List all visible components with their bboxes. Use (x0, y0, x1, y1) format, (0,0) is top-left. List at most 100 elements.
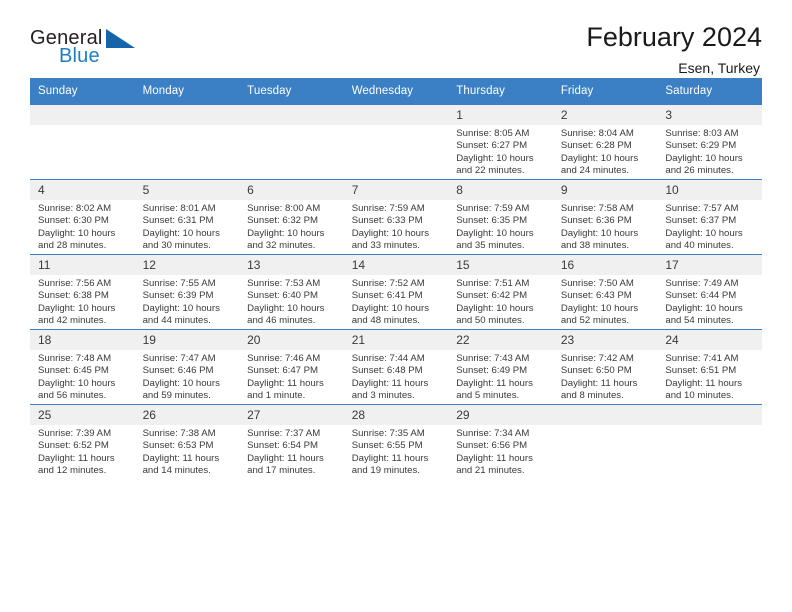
calendar-day-cell[interactable]: 16 Sunrise: 7:50 AM Sunset: 6:43 PM Dayligh… (552, 254, 658, 330)
calendar-day-cell[interactable]: 2 Sunrise: 8:04 AM Sunset: 6:28 PM Daylight… (552, 104, 658, 180)
calendar-day-cell[interactable]: 10 Sunrise: 7:57 AM Sunset: 6:37 PM Dayligh… (657, 179, 762, 255)
calendar-week-row: 4 Sunrise: 8:02 AM Sunset: 6:30 PM Daylight… (30, 179, 762, 255)
calendar-day-cell[interactable]: 29 Sunrise: 7:34 AM Sunset: 6:56 PM Dayligh… (448, 404, 553, 479)
day-number (657, 405, 762, 425)
sunset-text: Sunset: 6:27 PM (456, 140, 528, 152)
sunset-text: Sunset: 6:53 PM (142, 440, 214, 452)
day-details: Sunrise: 7:53 AM Sunset: 6:40 PM Daylight:… (239, 275, 344, 327)
weekday-header-row: Sunday Monday Tuesday Wednesday Thursday… (30, 78, 762, 105)
calendar-day-cell[interactable]: 27 Sunrise: 7:37 AM Sunset: 6:54 PM Dayligh… (239, 404, 344, 479)
calendar-day-cell[interactable]: 6 Sunrise: 8:00 AM Sunset: 6:32 PM Daylight… (239, 179, 344, 255)
daylight-2-text: and 46 minutes. (247, 314, 316, 326)
daylight-2-text: and 22 minutes. (456, 164, 525, 176)
daylight-1-text: Daylight: 10 hours (38, 227, 116, 239)
day-details: Sunrise: 8:01 AM Sunset: 6:31 PM Daylight:… (135, 200, 240, 252)
daylight-2-text: and 8 minutes. (560, 389, 624, 401)
day-number: 7 (343, 180, 449, 200)
calendar-day-cell[interactable]: 5 Sunrise: 8:01 AM Sunset: 6:31 PM Daylight… (134, 179, 240, 255)
sunset-text: Sunset: 6:30 PM (38, 215, 109, 227)
calendar-day-cell[interactable]: 28 Sunrise: 7:35 AM Sunset: 6:55 PM Dayligh… (343, 404, 449, 479)
weekday-header-saturday: Saturday (657, 78, 762, 105)
sunset-text: Sunset: 6:28 PM (560, 140, 632, 152)
daylight-2-text: and 44 minutes. (142, 314, 211, 326)
day-number (30, 105, 135, 125)
sunset-text: Sunset: 6:35 PM (456, 215, 528, 227)
calendar-day-cell[interactable]: 4 Sunrise: 8:02 AM Sunset: 6:30 PM Daylight… (30, 179, 135, 255)
daylight-2-text: and 50 minutes. (456, 314, 525, 326)
calendar-day-cell[interactable]: 9 Sunrise: 7:58 AM Sunset: 6:36 PM Daylight… (552, 179, 658, 255)
calendar-day-cell[interactable]: 14 Sunrise: 7:52 AM Sunset: 6:41 PM Dayligh… (343, 254, 449, 330)
calendar-day-cell[interactable]: 21 Sunrise: 7:44 AM Sunset: 6:48 PM Dayligh… (343, 329, 449, 405)
daylight-2-text: and 10 minutes. (665, 389, 734, 401)
daylight-1-text: Daylight: 10 hours (560, 152, 639, 164)
sunrise-text: Sunrise: 7:57 AM (665, 203, 739, 214)
calendar-day-cell[interactable]: 13 Sunrise: 7:53 AM Sunset: 6:40 PM Dayligh… (239, 254, 344, 330)
day-number: 6 (239, 180, 344, 200)
calendar-day-cell[interactable]: 22 Sunrise: 7:43 AM Sunset: 6:49 PM Dayligh… (448, 329, 553, 405)
day-details: Sunrise: 8:04 AM Sunset: 6:28 PM Daylight:… (553, 125, 658, 177)
day-details: Sunrise: 7:37 AM Sunset: 6:54 PM Daylight:… (239, 425, 344, 477)
calendar-day-cell[interactable]: 15 Sunrise: 7:51 AM Sunset: 6:42 PM Dayligh… (448, 254, 553, 330)
sunrise-text: Sunrise: 8:03 AM (665, 128, 739, 139)
daylight-1-text: Daylight: 11 hours (351, 377, 429, 389)
sunrise-text: Sunrise: 7:44 AM (351, 353, 425, 364)
day-number: 13 (239, 255, 344, 275)
day-details (657, 425, 762, 428)
sunset-text: Sunset: 6:48 PM (351, 365, 423, 377)
day-number: 28 (343, 405, 449, 425)
sunset-text: Sunset: 6:37 PM (665, 215, 737, 227)
sunrise-text: Sunrise: 7:58 AM (560, 203, 634, 214)
sunset-text: Sunset: 6:52 PM (38, 440, 109, 452)
daylight-1-text: Daylight: 11 hours (247, 377, 324, 389)
weekday-header-sunday: Sunday (30, 78, 135, 105)
daylight-1-text: Daylight: 10 hours (142, 227, 220, 239)
sunset-text: Sunset: 6:49 PM (456, 365, 528, 377)
calendar-day-cell[interactable]: 20 Sunrise: 7:46 AM Sunset: 6:47 PM Dayligh… (239, 329, 344, 405)
calendar-day-cell[interactable]: 26 Sunrise: 7:38 AM Sunset: 6:53 PM Dayligh… (134, 404, 240, 479)
day-number: 26 (134, 405, 240, 425)
day-number: 9 (552, 180, 658, 200)
calendar-day-cell[interactable]: 7 Sunrise: 7:59 AM Sunset: 6:33 PM Daylight… (343, 179, 449, 255)
daylight-1-text: Daylight: 10 hours (456, 302, 534, 314)
day-number: 8 (448, 180, 553, 200)
day-number: 10 (657, 180, 762, 200)
calendar-week-row: 25 Sunrise: 7:39 AM Sunset: 6:52 PM Dayligh… (30, 404, 762, 479)
calendar-day-cell[interactable]: 12 Sunrise: 7:55 AM Sunset: 6:39 PM Dayligh… (134, 254, 240, 330)
daylight-2-text: and 3 minutes. (351, 389, 415, 401)
sunrise-text: Sunrise: 8:00 AM (247, 203, 321, 214)
calendar-day-cell[interactable]: 25 Sunrise: 7:39 AM Sunset: 6:52 PM Dayligh… (30, 404, 135, 479)
day-number: 24 (657, 330, 762, 350)
weekday-header-monday: Monday (134, 78, 240, 105)
day-details: Sunrise: 7:35 AM Sunset: 6:55 PM Daylight:… (344, 425, 449, 477)
day-number: 27 (239, 405, 344, 425)
general-blue-logo[interactable]: General Blue (30, 27, 160, 73)
day-details: Sunrise: 8:05 AM Sunset: 6:27 PM Daylight:… (448, 125, 553, 177)
sunrise-text: Sunrise: 7:48 AM (38, 353, 112, 364)
calendar-day-cell[interactable]: 23 Sunrise: 7:42 AM Sunset: 6:50 PM Dayligh… (552, 329, 658, 405)
daylight-1-text: Daylight: 10 hours (38, 377, 116, 389)
calendar-day-cell[interactable]: 17 Sunrise: 7:49 AM Sunset: 6:44 PM Dayligh… (657, 254, 762, 330)
calendar-day-cell[interactable]: 3 Sunrise: 8:03 AM Sunset: 6:29 PM Daylight… (657, 104, 762, 180)
sunset-text: Sunset: 6:32 PM (247, 215, 319, 227)
day-details: Sunrise: 7:34 AM Sunset: 6:56 PM Daylight:… (448, 425, 553, 477)
calendar-day-cell-empty (343, 104, 449, 180)
calendar-page: General Blue February 2024 Esen, Turkey … (0, 0, 792, 612)
day-details (135, 125, 240, 128)
day-number: 20 (239, 330, 344, 350)
day-details: Sunrise: 7:46 AM Sunset: 6:47 PM Daylight:… (239, 350, 344, 402)
daylight-1-text: Daylight: 10 hours (560, 302, 639, 314)
daylight-2-text: and 32 minutes. (247, 239, 316, 251)
day-number (134, 105, 240, 125)
calendar-day-cell[interactable]: 18 Sunrise: 7:48 AM Sunset: 6:45 PM Dayligh… (30, 329, 135, 405)
sunset-text: Sunset: 6:47 PM (247, 365, 319, 377)
daylight-1-text: Daylight: 10 hours (38, 302, 116, 314)
calendar-day-cell[interactable]: 19 Sunrise: 7:47 AM Sunset: 6:46 PM Dayligh… (134, 329, 240, 405)
day-details: Sunrise: 7:58 AM Sunset: 6:36 PM Daylight:… (553, 200, 658, 252)
daylight-2-text: and 12 minutes. (38, 464, 107, 476)
calendar-day-cell[interactable]: 8 Sunrise: 7:59 AM Sunset: 6:35 PM Daylight… (448, 179, 553, 255)
calendar-day-cell[interactable]: 24 Sunrise: 7:41 AM Sunset: 6:51 PM Dayligh… (657, 329, 762, 405)
daylight-1-text: Daylight: 11 hours (665, 377, 742, 389)
calendar-day-cell[interactable]: 11 Sunrise: 7:56 AM Sunset: 6:38 PM Dayligh… (30, 254, 135, 330)
calendar-day-cell[interactable]: 1 Sunrise: 8:05 AM Sunset: 6:27 PM Daylight… (448, 104, 553, 180)
sunrise-text: Sunrise: 7:50 AM (560, 278, 634, 289)
